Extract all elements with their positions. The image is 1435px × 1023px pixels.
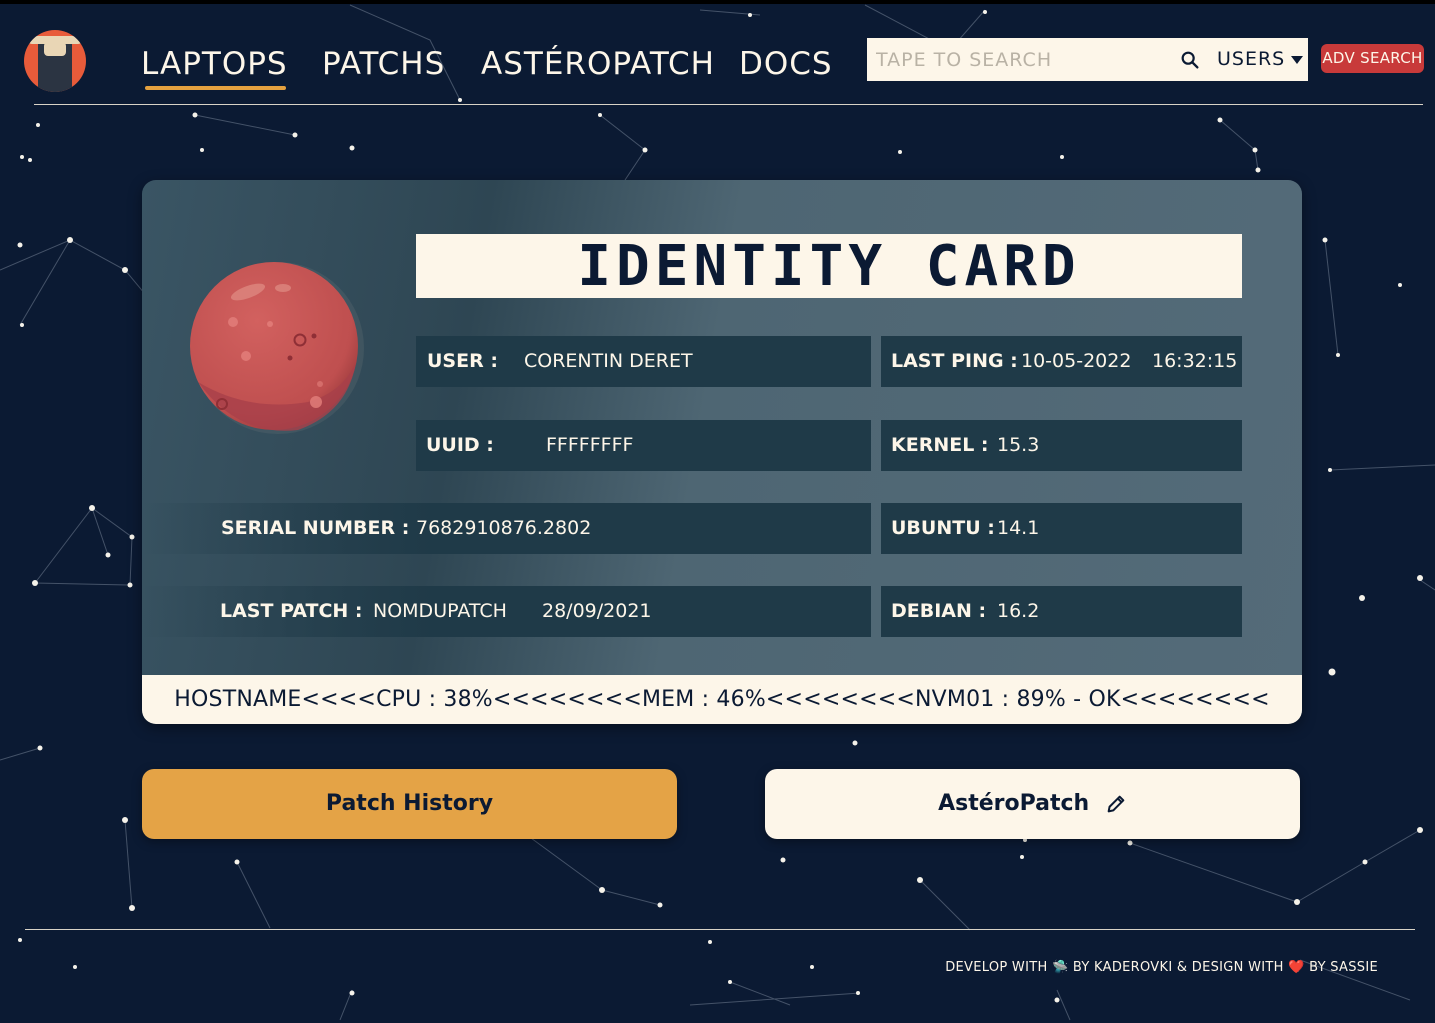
- app-logo[interactable]: [24, 30, 86, 92]
- window-top-edge: [0, 0, 1435, 4]
- last-patch-label: LAST PATCH :: [220, 600, 363, 622]
- robot-logo-icon: [28, 36, 82, 92]
- uuid-field: UUID : FFFFFFFF: [416, 420, 871, 471]
- nav-patchs[interactable]: PATCHS: [322, 46, 445, 82]
- serial-label: SERIAL NUMBER :: [221, 517, 410, 539]
- kernel-value: 15.3: [997, 434, 1040, 456]
- debian-field: DEBIAN : 16.2: [881, 586, 1242, 637]
- debian-label: DEBIAN :: [891, 600, 987, 622]
- serial-field: SERIAL NUMBER : 7682910876.2802: [142, 503, 871, 554]
- header-divider: [34, 104, 1423, 105]
- ubuntu-value: 14.1: [997, 517, 1040, 539]
- last-patch-field: LAST PATCH : NOMDUPATCH 28/09/2021: [142, 586, 871, 637]
- search-icon[interactable]: [1179, 49, 1201, 71]
- search-bar: USERS: [867, 38, 1308, 81]
- identity-card: IDENTITY CARD USER : CORENTIN DERET LAST…: [142, 180, 1302, 724]
- patch-history-label: Patch History: [325, 791, 494, 816]
- kernel-label: KERNEL :: [891, 434, 989, 456]
- footer-credits: DEVELOP WITH 🛸 BY KADEROVKI & DESIGN WIT…: [945, 960, 1378, 975]
- ubuntu-label: UBUNTU :: [891, 517, 995, 539]
- asteropatch-label: AstéroPatch: [938, 791, 1090, 816]
- last-patch-name: NOMDUPATCH: [373, 600, 507, 622]
- adv-search-button[interactable]: ADV SEARCH: [1321, 44, 1424, 73]
- footer-divider: [25, 929, 1415, 930]
- machine-status-strip: HOSTNAME<<<<CPU : 38%<<<<<<<<MEM : 46%<<…: [142, 675, 1302, 724]
- last-ping-date: 10-05-2022: [1021, 350, 1132, 372]
- nav-asteropatch[interactable]: ASTÉROPATCH: [481, 46, 715, 82]
- footer-credits-part1: DEVELOP WITH 🛸 BY KADEROVKI & DESIGN WIT…: [945, 960, 1289, 975]
- asteropatch-button[interactable]: AstéroPatch: [765, 769, 1300, 839]
- user-value: CORENTIN DERET: [524, 350, 693, 372]
- card-title: IDENTITY CARD: [416, 234, 1242, 299]
- search-scope-select[interactable]: USERS: [1217, 38, 1304, 81]
- ubuntu-field: UBUNTU : 14.1: [881, 503, 1242, 554]
- uuid-value: FFFFFFFF: [546, 434, 634, 456]
- kernel-field: KERNEL : 15.3: [881, 420, 1242, 471]
- nav-docs[interactable]: DOCS: [739, 46, 833, 82]
- heart-icon: ❤️: [1288, 960, 1305, 975]
- patch-history-button[interactable]: Patch History: [142, 769, 677, 839]
- nav-laptops[interactable]: LAPTOPS: [141, 46, 288, 90]
- debian-value: 16.2: [997, 600, 1040, 622]
- chevron-down-icon: [1291, 55, 1304, 64]
- planet-avatar-icon: [190, 262, 364, 434]
- last-ping-field: LAST PING : 10-05-2022 16:32:15: [881, 336, 1242, 387]
- user-field: USER : CORENTIN DERET: [416, 336, 871, 387]
- search-input[interactable]: [867, 38, 1167, 81]
- uuid-label: UUID :: [426, 434, 494, 456]
- search-scope-value: USERS: [1217, 48, 1286, 70]
- user-label: USER :: [427, 350, 498, 372]
- pencil-icon: [1107, 795, 1125, 813]
- footer-credits-part2: BY SASSIE: [1304, 960, 1378, 975]
- last-ping-label: LAST PING :: [891, 350, 1018, 372]
- serial-value: 7682910876.2802: [416, 517, 592, 539]
- last-patch-date: 28/09/2021: [542, 600, 652, 622]
- last-ping-time: 16:32:15: [1152, 350, 1238, 372]
